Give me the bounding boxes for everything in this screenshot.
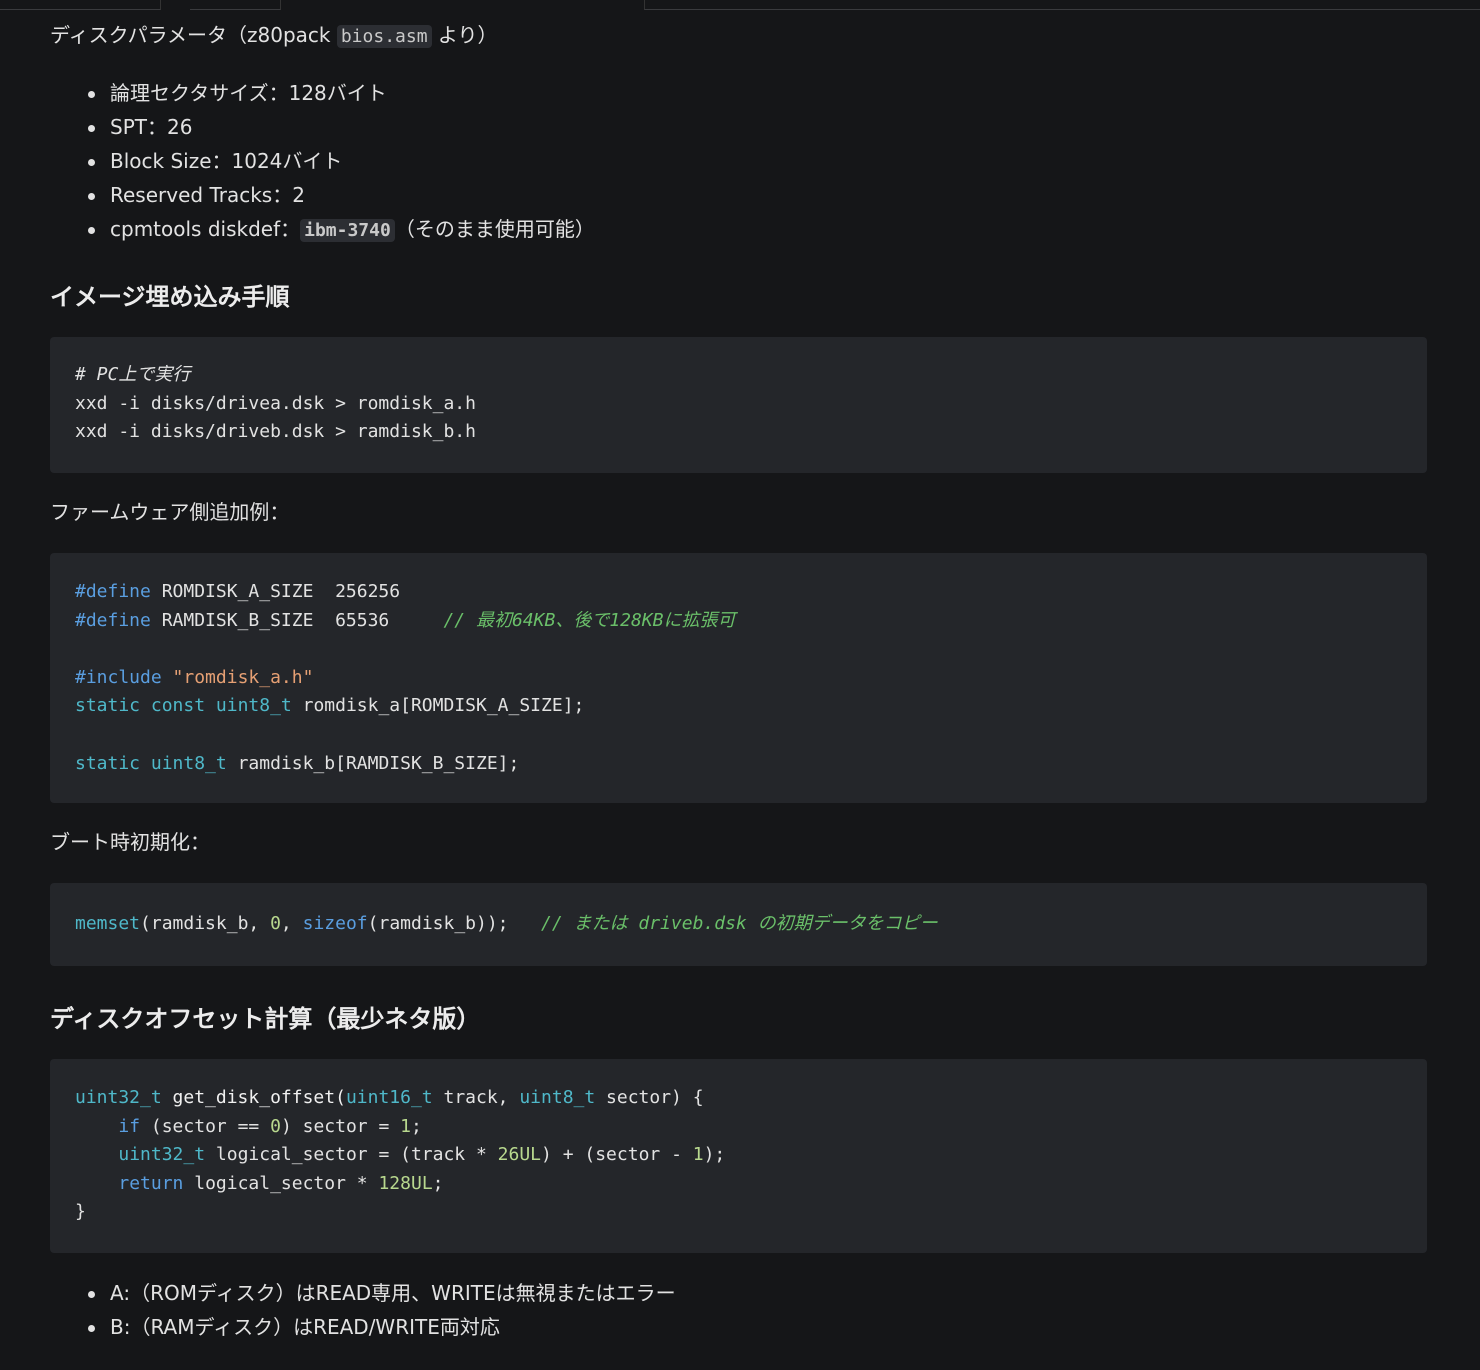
code-type: uint8_t (519, 1087, 596, 1108)
list-item: B:（RAMディスク）はREAD/WRITE両対応 (50, 1310, 676, 1344)
code-text: ) sector = (280, 1115, 401, 1137)
code-text: ) + (sector - (541, 1144, 693, 1166)
tab-edge (644, 0, 1480, 10)
diskdef-suffix: （そのまま使用可能） (394, 217, 595, 241)
code-line: uint32_t get_disk_offset(uint16_t track,… (75, 1084, 1427, 1113)
code-block-offset[interactable]: uint32_t get_disk_offset(uint16_t track,… (50, 1059, 1427, 1253)
code-text: logical_sector * (183, 1172, 379, 1194)
code-text: logical_sector = (track * (205, 1144, 498, 1166)
code-text: ; (411, 1115, 422, 1137)
inline-code-bios-asm: bios.asm (336, 25, 432, 48)
code-line: #define ROMDISK_A_SIZE 256256 (75, 578, 1427, 607)
code-text: ramdisk_b[RAMDISK_B_SIZE]; (226, 752, 520, 774)
list-item: A:（ROMディスク）はREAD専用、WRITEは無視またはエラー (50, 1276, 676, 1310)
code-keyword: #define (75, 609, 151, 631)
code-line: xxd -i disks/driveb.dsk > ramdisk_b.h (75, 421, 476, 443)
tab-edge (0, 0, 161, 10)
code-function: memset (75, 913, 141, 934)
code-text: ; (432, 1172, 444, 1194)
code-type: uint8_t (215, 695, 292, 717)
code-type: uint8_t (150, 752, 227, 774)
code-keyword: #define (75, 581, 151, 602)
code-block-xxd[interactable]: # PC上で実行 xxd -i disks/drivea.dsk > romdi… (50, 337, 1427, 473)
code-text: (ramdisk_b, (140, 913, 271, 934)
code-comment: // または driveb.dsk の初期データをコピー (541, 913, 938, 934)
code-line: #include "romdisk_a.h" (75, 664, 1427, 693)
code-keyword: static (75, 695, 141, 717)
list-item: SPT：26 (50, 110, 595, 144)
code-keyword: #include (75, 666, 162, 688)
list-item: 論理セクタサイズ：128バイト (50, 76, 595, 110)
code-line: uint32_t logical_sector = (track * 26UL)… (75, 1141, 1427, 1170)
disk-params-heading-text: ディスクパラメータ（z80pack (50, 23, 337, 47)
code-line: static const uint8_t romdisk_a[ROMDISK_A… (75, 692, 1427, 721)
code-type: uint32_t (75, 1087, 162, 1108)
code-number: 1 (400, 1115, 411, 1137)
boot-init-label: ブート時初期化： (50, 830, 210, 854)
code-keyword: const (150, 695, 206, 717)
code-number: 128UL (378, 1172, 433, 1194)
code-comment: # PC上で実行 (75, 364, 191, 385)
code-line: static uint8_t ramdisk_b[RAMDISK_B_SIZE]… (75, 750, 1427, 779)
disk-params-heading-suffix: より） (431, 23, 498, 47)
code-text: (ramdisk_b)); (367, 913, 542, 934)
code-line: xxd -i disks/drivea.dsk > romdisk_a.h (75, 392, 476, 414)
diskdef-label: cpmtools diskdef： (110, 217, 301, 241)
code-line: #define RAMDISK_B_SIZE 65536 // 最初64KB、後… (75, 607, 1427, 636)
code-keyword: return (118, 1172, 184, 1194)
code-text: (sector == (140, 1115, 271, 1137)
drive-notes-list: A:（ROMディスク）はREAD専用、WRITEは無視またはエラー B:（RAM… (50, 1276, 676, 1344)
code-text: RAMDISK_B_SIZE 65536 (150, 609, 444, 631)
code-string: "romdisk_a.h" (172, 666, 314, 688)
list-item: cpmtools diskdef： ibm-3740 （そのまま使用可能） (50, 212, 595, 246)
code-keyword: sizeof (302, 913, 368, 934)
inline-code-ibm-3740: ibm-3740 (300, 219, 395, 242)
code-number: 1 (692, 1144, 704, 1166)
disk-params-heading: ディスクパラメータ（z80pack bios.asm より） (50, 20, 498, 52)
code-text: ROMDISK_A_SIZE 256256 (150, 581, 401, 602)
code-number: 26UL (497, 1144, 542, 1166)
disk-params-list: 論理セクタサイズ：128バイト SPT：26 Block Size：1024バイ… (50, 76, 595, 246)
top-tab-bar (0, 0, 1480, 10)
code-text: sector) { (595, 1087, 704, 1108)
code-line: return logical_sector * 128UL; (75, 1170, 1427, 1199)
code-text: ); (703, 1144, 726, 1166)
embed-section-title: イメージ埋め込み手順 (50, 283, 290, 311)
code-keyword: static (75, 752, 141, 774)
code-number: 0 (270, 913, 281, 934)
code-type: uint16_t (345, 1087, 433, 1108)
code-text: track, (432, 1087, 520, 1108)
code-block-memset[interactable]: memset(ramdisk_b, 0, sizeof(ramdisk_b));… (50, 883, 1427, 966)
list-item: Reserved Tracks：2 (50, 178, 595, 212)
code-keyword: if (118, 1115, 141, 1137)
offset-section-title: ディスクオフセット計算（最少ネタ版） (50, 1005, 481, 1033)
list-item: Block Size：1024バイト (50, 144, 595, 178)
firmware-label: ファームウェア側追加例： (50, 500, 290, 524)
code-number: 0 (270, 1115, 281, 1137)
code-text: , (280, 913, 303, 934)
code-type: uint32_t (118, 1144, 206, 1166)
tab-edge (190, 0, 281, 10)
code-line: } (75, 1201, 86, 1223)
code-line: memset(ramdisk_b, 0, sizeof(ramdisk_b));… (75, 910, 1427, 939)
code-function: get_disk_offset( (161, 1087, 346, 1108)
code-block-firmware[interactable]: #define ROMDISK_A_SIZE 256256 #define RA… (50, 553, 1427, 803)
code-line: if (sector == 0) sector = 1; (75, 1113, 1427, 1142)
code-text: romdisk_a[ROMDISK_A_SIZE]; (291, 695, 585, 717)
code-comment: // 最初64KB、後で128KBに拡張可 (443, 609, 736, 631)
